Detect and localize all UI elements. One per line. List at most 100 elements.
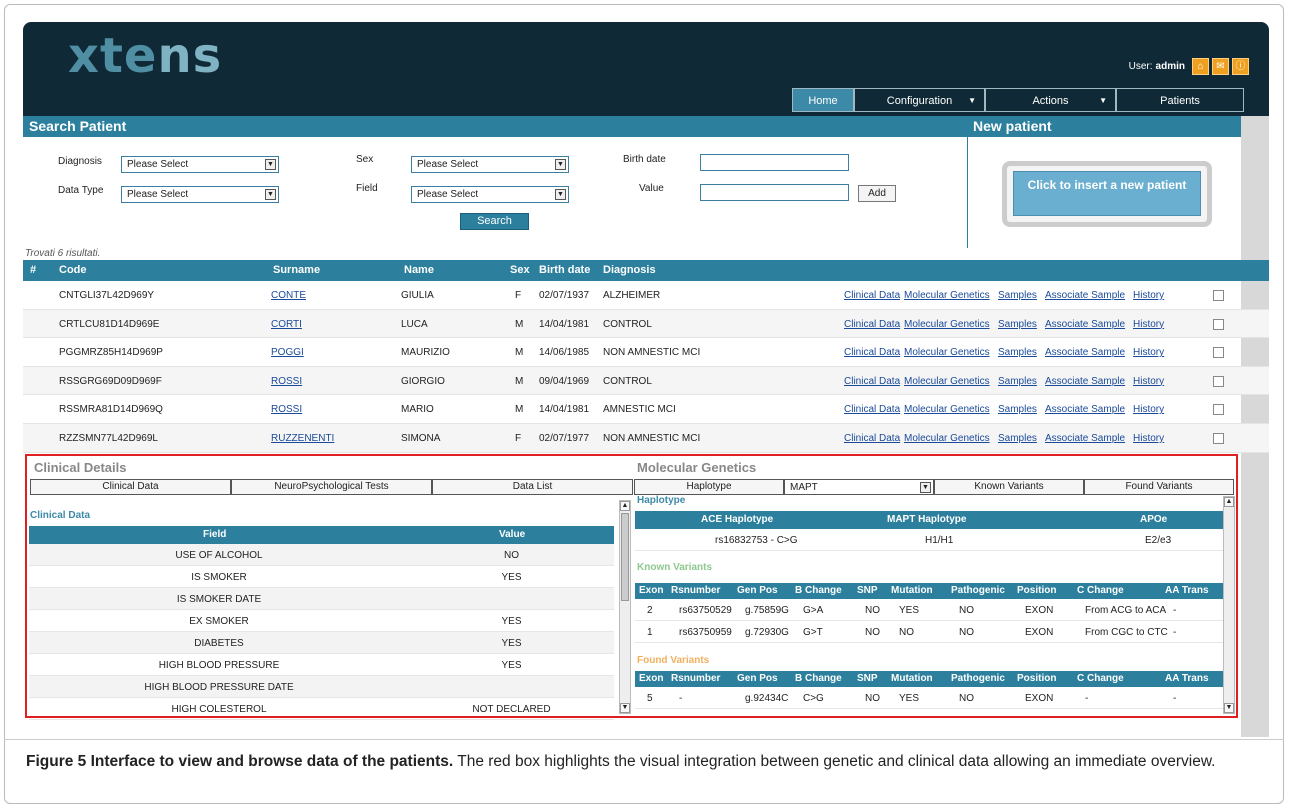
- add-button[interactable]: Add: [858, 185, 896, 202]
- molecular-scrollbar[interactable]: ▲ ▼: [1223, 496, 1235, 714]
- samples-link[interactable]: Samples: [998, 404, 1037, 415]
- gene-select[interactable]: MAPT ▼: [784, 479, 934, 495]
- patient-surname-link[interactable]: ROSSI: [271, 404, 302, 415]
- scroll-down-icon[interactable]: ▼: [620, 703, 630, 713]
- associate-sample-link[interactable]: Associate Sample: [1045, 290, 1125, 301]
- birthdate-input[interactable]: [700, 154, 849, 171]
- patient-surname-link[interactable]: ROSSI: [271, 376, 302, 387]
- row-checkbox[interactable]: [1213, 432, 1224, 444]
- molecular-genetics-link[interactable]: Molecular Genetics: [904, 290, 990, 301]
- table-row[interactable]: RSSGRG69D09D969F ROSSI GIORGIO M 09/04/1969 C…: [23, 366, 1269, 396]
- insert-new-patient-button[interactable]: Click to insert a new patient: [1013, 171, 1201, 216]
- clinical-data-link[interactable]: Clinical Data: [844, 404, 900, 415]
- tab-data-list[interactable]: Data List: [432, 479, 633, 495]
- search-button[interactable]: Search: [460, 213, 529, 230]
- nav-patients[interactable]: Patients: [1116, 88, 1244, 112]
- history-link[interactable]: History: [1133, 433, 1164, 444]
- table-row[interactable]: PGGMRZ85H14D969P POGGI MAURIZIO M 14/06/1985…: [23, 338, 1269, 367]
- molecular-genetics-link[interactable]: Molecular Genetics: [904, 376, 990, 387]
- associate-sample-link[interactable]: Associate Sample: [1045, 319, 1125, 330]
- datatype-select[interactable]: Please Select ▼: [121, 186, 279, 203]
- samples-link[interactable]: Samples: [998, 319, 1037, 330]
- molecular-genetics-link[interactable]: Molecular Genetics: [904, 347, 990, 358]
- history-link[interactable]: History: [1133, 319, 1164, 330]
- samples-link[interactable]: Samples: [998, 290, 1037, 301]
- clinical-data-link[interactable]: Clinical Data: [844, 376, 900, 387]
- patient-code: PGGMRZ85H14D969P: [59, 347, 163, 359]
- history-link[interactable]: History: [1133, 347, 1164, 358]
- molecular-genetics-link[interactable]: Molecular Genetics: [904, 433, 990, 444]
- scroll-up-icon[interactable]: ▲: [1224, 497, 1234, 507]
- diagnosis-select[interactable]: Please Select ▼: [121, 156, 279, 173]
- associate-sample-link[interactable]: Associate Sample: [1045, 404, 1125, 415]
- patient-surname-link[interactable]: RUZZENENTI: [271, 433, 334, 444]
- tab-known-variants[interactable]: Known Variants: [934, 479, 1084, 495]
- molecular-genetics-link[interactable]: Molecular Genetics: [904, 404, 990, 415]
- clinical-data-link[interactable]: Clinical Data: [844, 347, 900, 358]
- samples-link[interactable]: Samples: [998, 433, 1037, 444]
- variant-header-cell: Pathogenic: [951, 673, 1005, 684]
- info-icon[interactable]: ⓘ: [1232, 58, 1249, 75]
- clinical-scrollbar[interactable]: ▲ ▼: [619, 500, 631, 714]
- scroll-down-icon[interactable]: ▼: [1224, 703, 1234, 713]
- user-label: User:: [1128, 61, 1153, 72]
- variant-cell: NO: [899, 627, 914, 638]
- samples-link[interactable]: Samples: [998, 347, 1037, 358]
- scroll-up-icon[interactable]: ▲: [620, 501, 630, 511]
- field-select[interactable]: Please Select ▼: [411, 186, 569, 203]
- associate-sample-link[interactable]: Associate Sample: [1045, 347, 1125, 358]
- sex-select[interactable]: Please Select ▼: [411, 156, 569, 173]
- home-icon[interactable]: ⌂: [1192, 58, 1209, 75]
- patient-surname-link[interactable]: CORTI: [271, 319, 302, 330]
- row-checkbox[interactable]: [1213, 318, 1224, 330]
- clinical-data-link[interactable]: Clinical Data: [844, 290, 900, 301]
- patient-sex: F: [515, 432, 522, 444]
- clinical-field: HIGH BLOOD PRESSURE DATE: [144, 682, 294, 693]
- nav-actions[interactable]: Actions ▼: [985, 88, 1116, 112]
- clinical-table-header: Field Value: [29, 526, 614, 544]
- associate-sample-link[interactable]: Associate Sample: [1045, 376, 1125, 387]
- new-patient-button-frame: Click to insert a new patient: [1002, 161, 1212, 227]
- patient-surname-link[interactable]: CONTE: [271, 290, 306, 301]
- scroll-thumb[interactable]: [621, 513, 629, 601]
- tab-clinical-data[interactable]: Clinical Data: [30, 479, 231, 495]
- row-checkbox[interactable]: [1213, 404, 1224, 416]
- table-row[interactable]: CRTLCU81D14D969E CORTI LUCA M 14/04/1981 CONT…: [23, 309, 1269, 339]
- patient-birth-date: 02/07/1937: [539, 290, 590, 301]
- value-input[interactable]: [700, 184, 849, 201]
- chevron-down-icon: ▼: [1099, 96, 1107, 105]
- tab-neuropsychological-tests[interactable]: NeuroPsychological Tests: [231, 479, 432, 495]
- haplotype-table: ACE Haplotype MAPT Haplotype APOe rs1683…: [635, 511, 1223, 551]
- search-patient-title: Search Patient: [23, 116, 967, 137]
- clinical-field: IS SMOKER DATE: [176, 594, 262, 605]
- history-link[interactable]: History: [1133, 376, 1164, 387]
- patient-code: RZZSMN77L42D969L: [59, 432, 158, 444]
- row-checkbox[interactable]: [1213, 375, 1224, 387]
- table-row[interactable]: RZZSMN77L42D969L RUZZENENTI SIMONA F 02/07/1…: [23, 423, 1269, 453]
- table-row[interactable]: RSSMRA81D14D969Q ROSSI MARIO M 14/04/1981 AMN…: [23, 395, 1269, 424]
- patient-sex: M: [515, 318, 524, 330]
- table-row: 1 rs63750959 g.72930G G>T NO NO NO EXON From CGC…: [635, 621, 1223, 643]
- molecular-genetics-link[interactable]: Molecular Genetics: [904, 319, 990, 330]
- clinical-data-link[interactable]: Clinical Data: [844, 433, 900, 444]
- variant-cell: 2: [647, 605, 653, 616]
- history-link[interactable]: History: [1133, 404, 1164, 415]
- patient-name: MARIO: [401, 404, 434, 416]
- clinical-data-link[interactable]: Clinical Data: [844, 319, 900, 330]
- clinical-value: YES: [501, 616, 522, 627]
- associate-sample-link[interactable]: Associate Sample: [1045, 433, 1125, 444]
- samples-link[interactable]: Samples: [998, 376, 1037, 387]
- variant-cell: NO: [865, 605, 880, 616]
- row-checkbox[interactable]: [1213, 347, 1224, 359]
- nav-configuration[interactable]: Configuration ▼: [854, 88, 985, 112]
- mail-icon[interactable]: ✉: [1212, 58, 1229, 75]
- tab-haplotype[interactable]: Haplotype: [634, 479, 784, 495]
- table-row[interactable]: CNTGLI37L42D969Y CONTE GIULIA F 02/07/1937 AL…: [23, 281, 1269, 310]
- row-checkbox[interactable]: [1213, 290, 1224, 301]
- tab-found-variants[interactable]: Found Variants: [1084, 479, 1234, 495]
- history-link[interactable]: History: [1133, 290, 1164, 301]
- clinical-data-subtitle: Clinical Data: [30, 510, 91, 521]
- nav-home[interactable]: Home: [792, 88, 854, 112]
- patient-surname-link[interactable]: POGGI: [271, 347, 304, 358]
- haplotype-header: ACE Haplotype MAPT Haplotype APOe: [635, 511, 1223, 529]
